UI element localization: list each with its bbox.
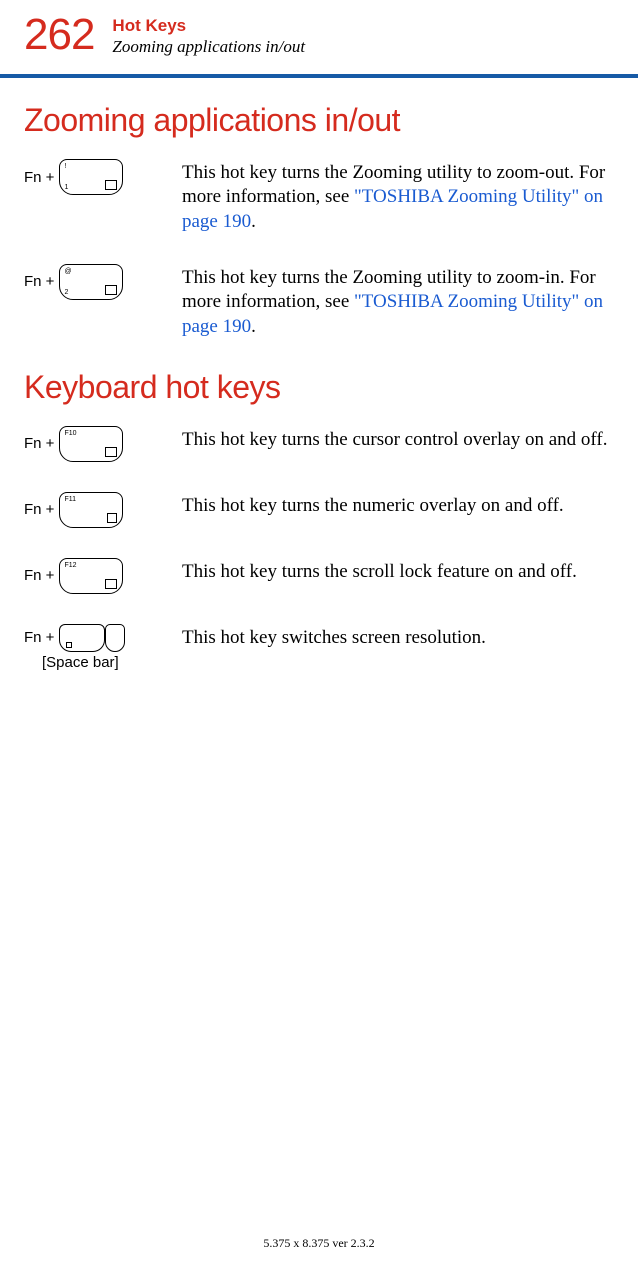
key-f12-icon: F12: [59, 558, 123, 594]
description: This hot key turns the cursor control ov…: [182, 426, 607, 452]
desc-post: .: [251, 316, 256, 337]
hotkey-row: Fn + @ 2 This hot key turns the Zooming …: [24, 264, 614, 339]
fn-label: Fn +: [24, 435, 54, 452]
key-line: Fn + F11: [24, 492, 123, 528]
fn-label: Fn +: [24, 169, 54, 186]
fn-label: Fn +: [24, 567, 54, 584]
key-bl: 1: [64, 184, 68, 191]
description: This hot key turns the Zooming utility t…: [182, 264, 614, 339]
hotkey-row: Fn + [Space bar] This hot key switches s…: [24, 624, 614, 671]
key-2-icon: @ 2: [59, 264, 123, 300]
key-glyph-icon: [105, 447, 117, 457]
hotkey-row: Fn + F12 This hot key turns the scroll l…: [24, 558, 614, 594]
key-line: Fn + ! 1: [24, 159, 123, 195]
space-key-right-icon: [105, 624, 125, 652]
key-tl: @: [64, 268, 71, 275]
key-glyph-icon: [105, 285, 117, 295]
hotkey-row: Fn + ! 1 This hot key turns the Zooming …: [24, 159, 614, 234]
key-column: Fn + F12: [24, 558, 182, 594]
heading-zooming: Zooming applications in/out: [24, 102, 614, 139]
footer-text: 5.375 x 8.375 ver 2.3.2: [0, 1236, 638, 1251]
key-column: Fn + F10: [24, 426, 182, 462]
key-f11-icon: F11: [59, 492, 123, 528]
fn-label: Fn +: [24, 629, 54, 646]
key-glyph-icon: [105, 579, 117, 589]
hotkey-row: Fn + F11 This hot key turns the numeric …: [24, 492, 614, 528]
key-glyph-icon: [105, 180, 117, 190]
key-line: Fn + @ 2: [24, 264, 123, 300]
space-glyph-icon: [66, 642, 72, 648]
key-column: Fn + @ 2: [24, 264, 182, 300]
header-divider: [0, 74, 638, 78]
content-area: Zooming applications in/out Fn + ! 1 Thi…: [0, 102, 638, 671]
spacebar-icon: [59, 624, 125, 652]
description: This hot key turns the scroll lock featu…: [182, 558, 577, 584]
key-line: Fn + F12: [24, 558, 123, 594]
header-titles: Hot Keys Zooming applications in/out: [112, 14, 305, 57]
hotkey-row: Fn + F10 This hot key turns the cursor c…: [24, 426, 614, 462]
key-1-icon: ! 1: [59, 159, 123, 195]
page-header: 262 Hot Keys Zooming applications in/out: [0, 0, 638, 70]
key-column: Fn + F11: [24, 492, 182, 528]
fn-label: Fn +: [24, 501, 54, 518]
desc-post: .: [251, 211, 256, 232]
section-title: Zooming applications in/out: [112, 37, 305, 57]
key-tl: F12: [64, 562, 76, 569]
space-key-left-icon: [59, 624, 105, 652]
key-tl: F11: [64, 496, 76, 503]
chapter-title: Hot Keys: [112, 16, 305, 36]
description: This hot key turns the numeric overlay o…: [182, 492, 564, 518]
spacebar-label: [Space bar]: [42, 654, 119, 671]
description: This hot key turns the Zooming utility t…: [182, 159, 614, 234]
page-number: 262: [24, 10, 94, 60]
heading-keyboard: Keyboard hot keys: [24, 369, 614, 406]
key-tl: F10: [64, 430, 76, 437]
description: This hot key switches screen resolution.: [182, 624, 486, 650]
key-f10-icon: F10: [59, 426, 123, 462]
key-column: Fn + ! 1: [24, 159, 182, 195]
key-glyph-icon: [107, 513, 117, 523]
fn-label: Fn +: [24, 273, 54, 290]
key-column: Fn + [Space bar]: [24, 624, 182, 671]
key-tl: !: [64, 163, 66, 170]
key-line: Fn + F10: [24, 426, 123, 462]
key-line: Fn +: [24, 624, 125, 652]
key-bl: 2: [64, 289, 68, 296]
